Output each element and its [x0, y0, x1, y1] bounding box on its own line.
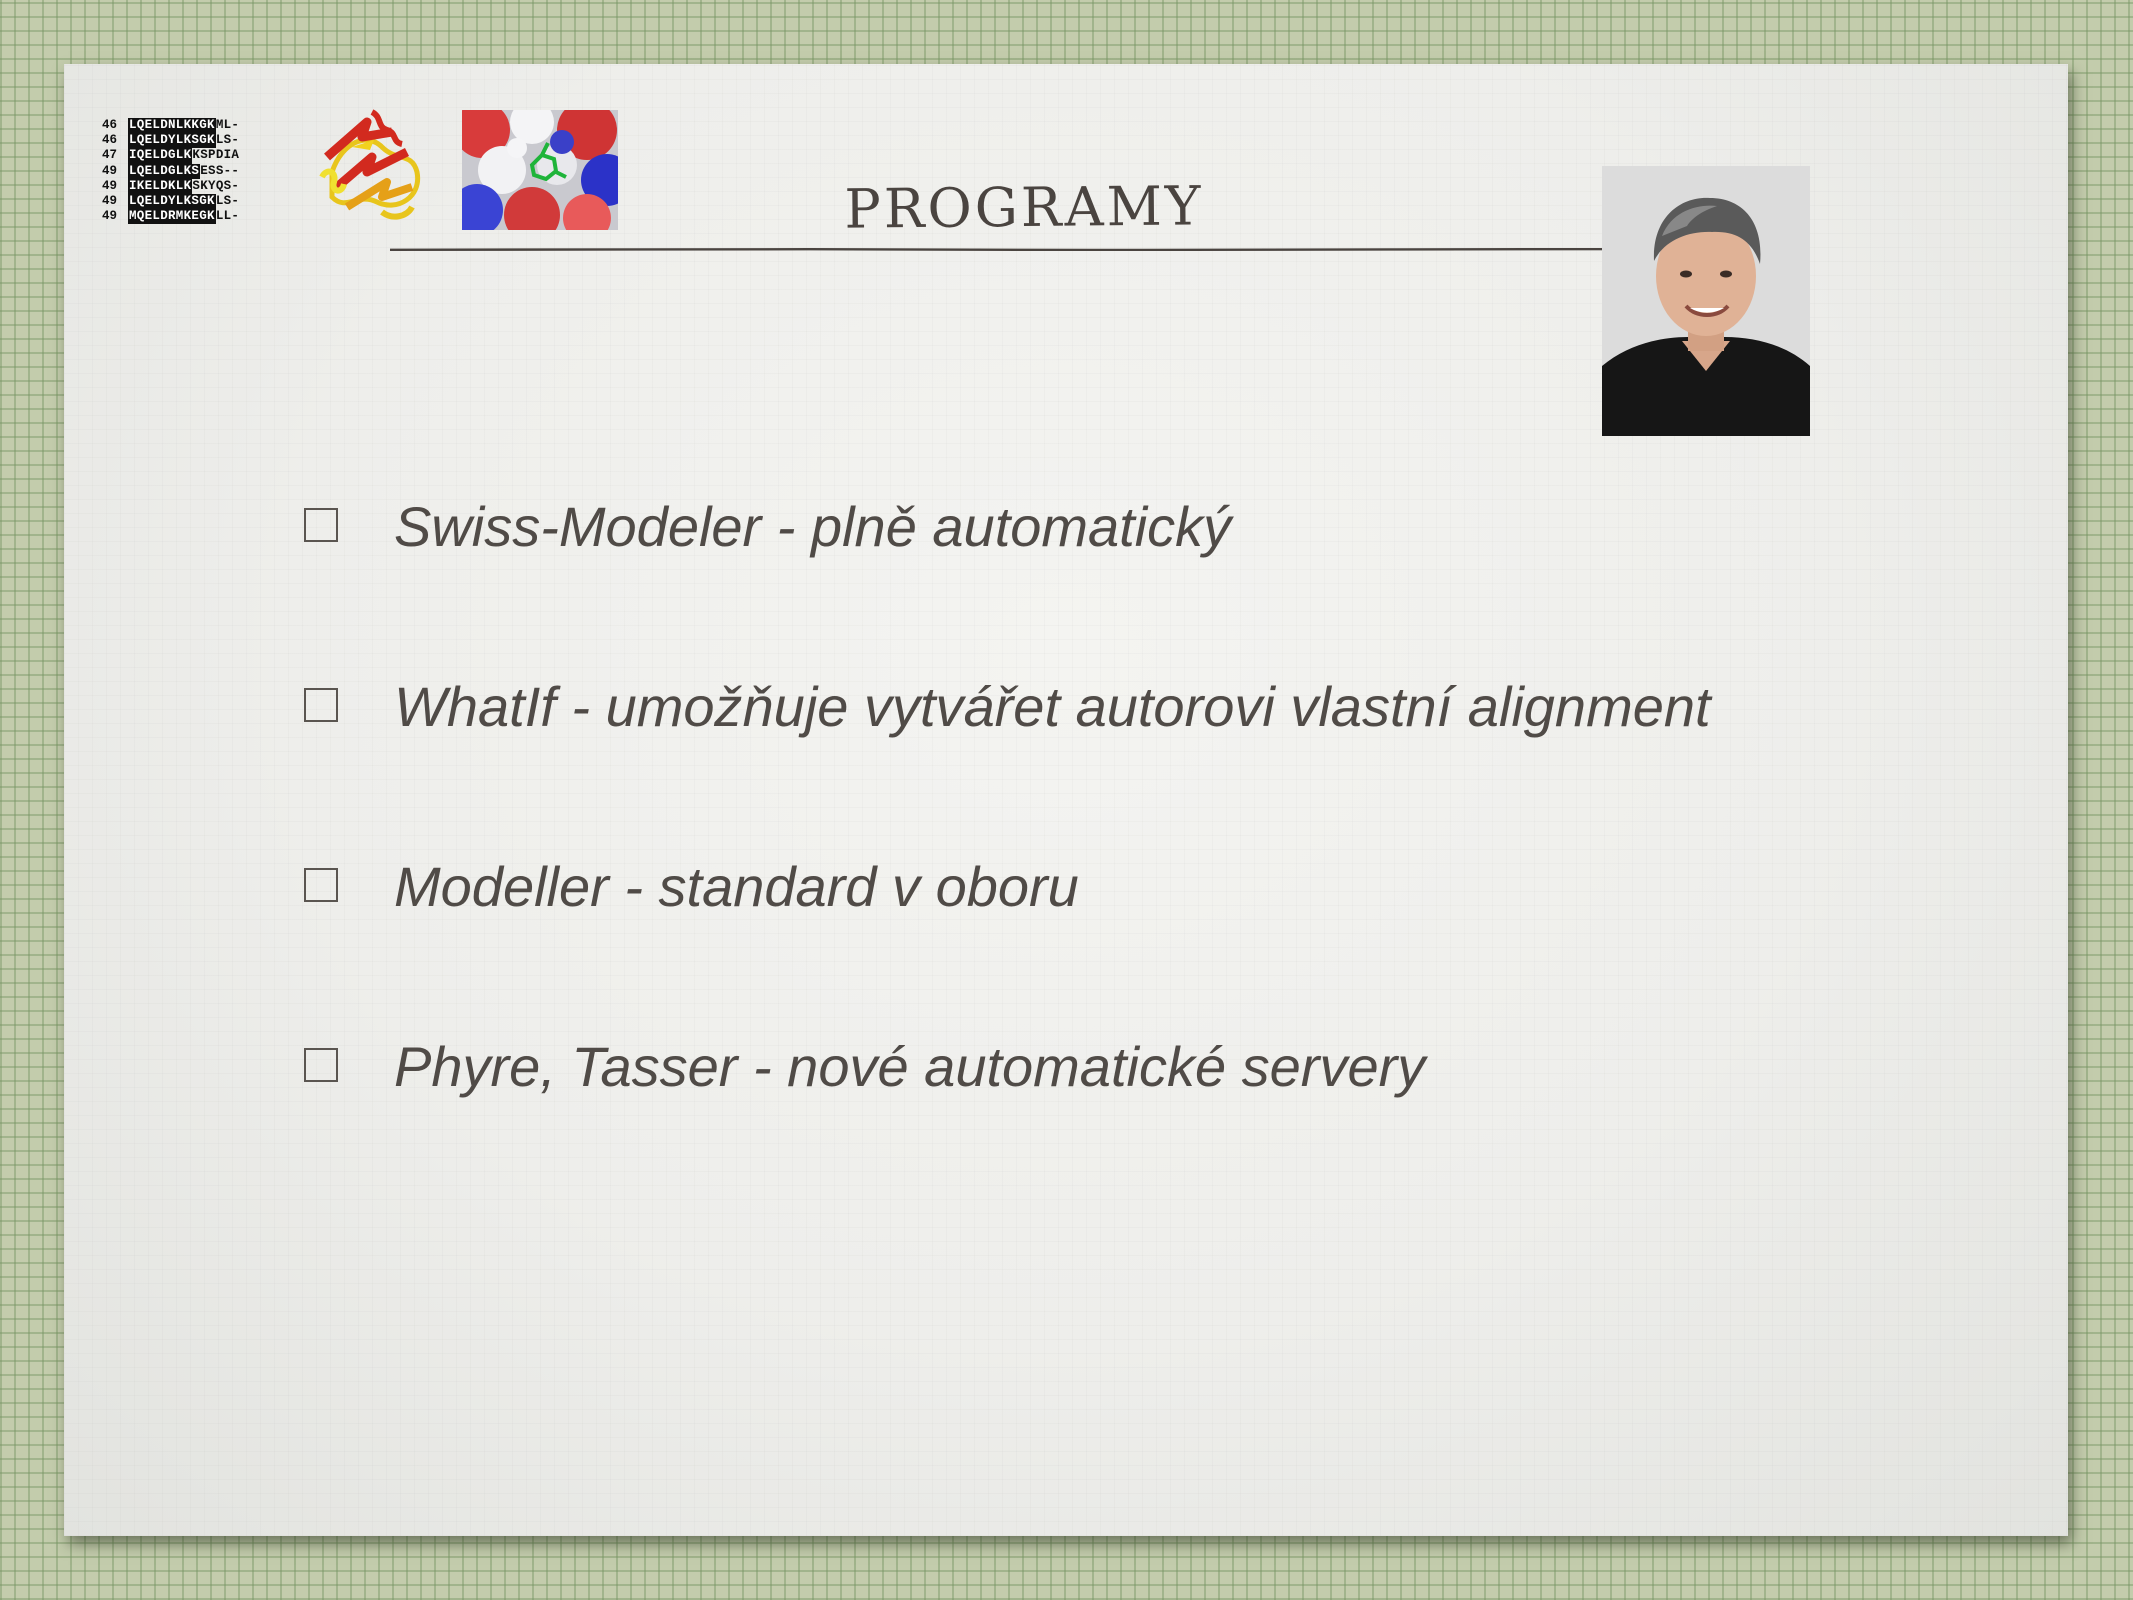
- title-underline: [390, 248, 1670, 251]
- checkbox-icon: [304, 868, 338, 902]
- alignment-row: 46 LQELDNLKKGKML-: [102, 118, 240, 134]
- bullet-text: Modeller - standard v oboru: [394, 855, 1079, 918]
- alignment-row: 49 LQELDYLKSGKLS-: [102, 194, 240, 210]
- alignment-row: 49 MQELDRMKEGKLL-: [102, 209, 240, 225]
- protein-ribbon-image: [319, 109, 421, 220]
- bullet-text: Swiss-Modeler - plně automatický: [394, 495, 1232, 558]
- molecular-surface-image: [462, 110, 618, 230]
- slide: 46 LQELDNLKKGKML- 46 LQELDYLKSGKLS- 47 IQEL…: [64, 64, 2068, 1536]
- portrait-photo: [1602, 166, 1810, 436]
- bullet-text: Phyre, Tasser - nové automatické servery: [394, 1035, 1426, 1098]
- sequence-alignment-image: 46 LQELDNLKKGKML- 46 LQELDYLKSGKLS- 47 IQEL…: [102, 118, 292, 225]
- checkbox-icon: [304, 688, 338, 722]
- bullet-text: WhatIf - umožňuje vytvářet autorovi vlas…: [394, 675, 1711, 738]
- alignment-row: 46 LQELDYLKSGKLS-: [102, 133, 240, 149]
- checkbox-icon: [304, 1048, 338, 1082]
- checkbox-icon: [304, 508, 338, 542]
- alignment-row: 49 IKELDKLKSKYQS-: [102, 178, 240, 195]
- slide-title: PROGRAMY: [844, 174, 1204, 241]
- alignment-row: 49 LQELDGLKSESS--: [102, 163, 240, 179]
- alignment-row: 47 IQELDGLKKSPDIA: [102, 148, 240, 164]
